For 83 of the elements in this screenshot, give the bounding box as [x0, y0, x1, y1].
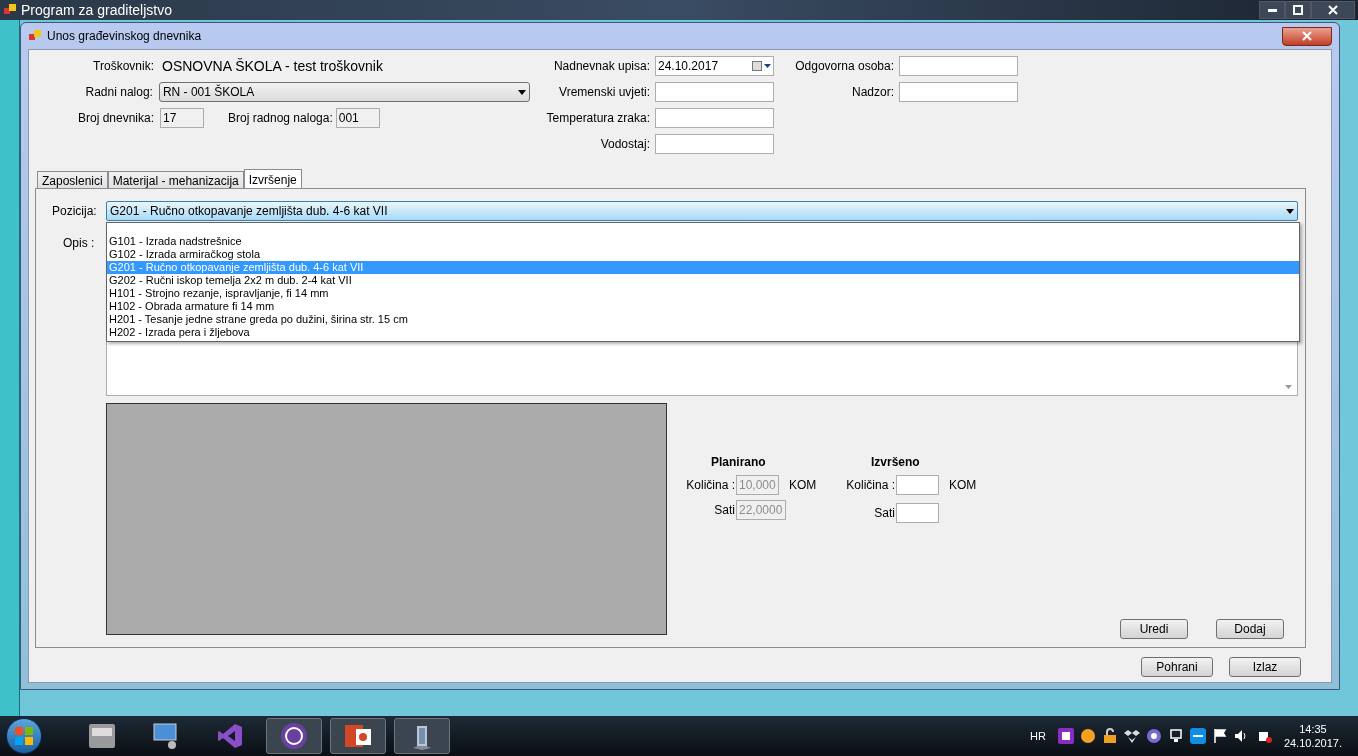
pozicija-dropdown[interactable]: G201 - Ručno otkopavanje zemljišta dub. 4-6 kat VII	[106, 201, 1298, 221]
dropdown-option[interactable]: G202 - Ručni iskop temelja 2x2 m dub. 2-4 kat VII	[107, 274, 1299, 287]
field-label: Pozicija:	[52, 203, 98, 220]
restore-button[interactable]	[1285, 1, 1311, 19]
field-label: Količina :	[845, 477, 895, 494]
broj-radnog-naloga-field[interactable]: 001	[335, 108, 380, 128]
lock-icon[interactable]	[1101, 728, 1118, 744]
unit-label: KOM	[949, 477, 977, 494]
tab[interactable]: Izvršenje	[243, 169, 302, 189]
clock[interactable]: 14:35 24.10.2017.	[1283, 722, 1342, 750]
dropdown-option[interactable]: H101 - Strojno rezanje, ispravljanje, fi 14 mm	[107, 287, 1299, 300]
input-field[interactable]	[655, 134, 774, 154]
dropdown-option[interactable]: G101 - Izrada nadstrešnice	[107, 235, 1299, 248]
scroll-down-icon	[1285, 385, 1292, 389]
field-label: Nadnevnak upisa:	[552, 58, 650, 75]
app-title: Program za graditeljstvo	[21, 0, 172, 20]
network-icon[interactable]	[1167, 728, 1184, 744]
close-button[interactable]	[1282, 26, 1332, 46]
field-label: Vremenski uvjeti:	[558, 84, 650, 101]
taskbar-app-button[interactable]	[394, 718, 450, 754]
close-icon	[1302, 31, 1312, 41]
dialog-button[interactable]: Izlaz	[1229, 657, 1301, 677]
windows-logo-icon	[15, 727, 33, 745]
input-field[interactable]	[655, 82, 774, 102]
broj-dnevnika-field[interactable]: 17	[160, 108, 204, 128]
field-label: Opis :	[62, 235, 96, 252]
kolicina-field[interactable]	[896, 475, 939, 495]
field-label: Vodostaj:	[599, 136, 650, 153]
computer-icon	[152, 722, 180, 750]
dropdown-option[interactable]: H202 - Izrada pera i žljebova	[107, 326, 1299, 339]
flag-icon[interactable]	[1211, 728, 1228, 744]
field-label: Radni nalog:	[84, 84, 153, 101]
field-label: Sati	[713, 502, 735, 519]
minimize-icon	[1267, 8, 1277, 12]
unit-label: KOM	[789, 477, 817, 494]
sati-field[interactable]	[896, 503, 939, 523]
circle-icon[interactable]	[1079, 728, 1096, 744]
field-label: Količina :	[685, 477, 735, 494]
close-icon	[1328, 5, 1338, 15]
dialog-button[interactable]: Uredi	[1120, 619, 1188, 639]
taskbar-app-button[interactable]	[330, 718, 386, 754]
field-label: Nadzor:	[850, 84, 894, 101]
dialog-icon	[28, 29, 42, 43]
field-label: Sati	[873, 505, 895, 522]
input-field[interactable]	[899, 56, 1018, 76]
dropdown-arrow-icon	[1286, 208, 1294, 214]
language-indicator[interactable]: HR	[1030, 727, 1046, 745]
circle-app-icon	[280, 722, 308, 750]
input-field[interactable]	[655, 108, 774, 128]
start-button[interactable]	[6, 718, 42, 754]
dropdown-arrow-icon	[764, 64, 771, 68]
visual-studio-icon	[217, 723, 243, 749]
dropdown-option[interactable]: H201 - Tesanje jedne strane greda po dužini, širina str. 15 cm	[107, 313, 1299, 326]
dropdown-arrow-icon	[518, 89, 526, 95]
notebook-icon[interactable]	[1057, 728, 1074, 744]
dialog-button[interactable]: Dodaj	[1216, 619, 1284, 639]
powerpoint-icon	[344, 722, 372, 750]
minimize-button[interactable]	[1259, 1, 1285, 19]
section-heading: Izvršeno	[871, 454, 921, 471]
field-label: Odgovorna osoba:	[794, 58, 894, 75]
restore-icon	[1293, 5, 1303, 15]
input-field[interactable]	[899, 82, 1018, 102]
field-label: Temperatura zraka:	[545, 110, 650, 127]
radni-nalog-dropdown[interactable]: RN - 001 ŠKOLA	[158, 82, 530, 102]
taskbar-app-button[interactable]	[266, 718, 322, 754]
window-app-icon	[88, 723, 116, 749]
date-picker[interactable]: 24.10.2017	[655, 56, 774, 76]
troskovnik-value: OSNOVNA ŠKOLA - test troškovnik	[162, 56, 383, 76]
dropbox-icon[interactable]	[1123, 728, 1140, 744]
circle-icon[interactable]	[1145, 728, 1162, 744]
dialog-button[interactable]: Pohrani	[1141, 657, 1213, 677]
field-label: Broj dnevnika:	[76, 110, 154, 127]
section-heading: Planirano	[711, 454, 767, 471]
dropdown-option[interactable]: H102 - Obrada armature fi 14 mm	[107, 300, 1299, 313]
calendar-icon	[752, 61, 762, 71]
field-label: Troškovnik:	[92, 58, 154, 75]
tab[interactable]: Materijal - mehanizacija	[107, 171, 244, 188]
tab[interactable]: Zaposlenici	[37, 171, 108, 188]
dialog-title: Unos građevinskog dnevnika	[47, 28, 202, 45]
dropdown-option[interactable]: G102 - Izrada armiračkog stola	[107, 248, 1299, 261]
close-button[interactable]	[1311, 1, 1355, 19]
app-icon	[3, 3, 17, 17]
field-label: Broj radnog naloga:	[228, 110, 333, 127]
